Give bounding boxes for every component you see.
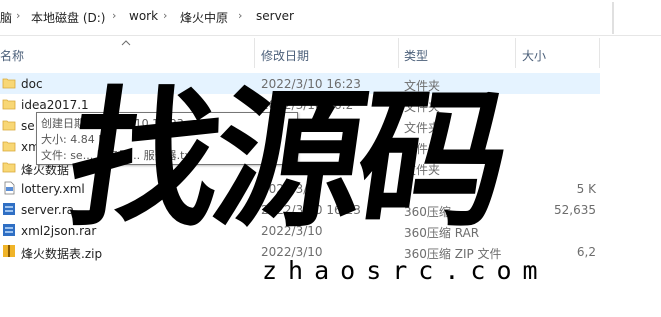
file-type: 360压缩 ZIP 文件 (404, 247, 502, 261)
breadcrumb-item-work[interactable]: work (129, 9, 158, 23)
file-name[interactable]: doc (21, 77, 43, 91)
xml-file-icon (4, 181, 15, 195)
tooltip-created: 创建日期: 2022/3/10 16:23 (41, 117, 184, 130)
tooltip-size: 大小: 4.84 M (41, 133, 108, 146)
breadcrumb-item-pc[interactable]: 脑 (0, 9, 12, 26)
breadcrumb-item-drive[interactable]: 本地磁盘 (D:) (31, 9, 105, 26)
file-type: 文件夹 (404, 121, 441, 135)
file-date: 2022/3/10 16:23 (261, 203, 361, 217)
address-bar[interactable]: 脑 › 本地磁盘 (D:) › work › 烽火中原 › server (0, 0, 661, 36)
column-name[interactable]: 名称 (0, 47, 24, 64)
file-name[interactable]: se (21, 119, 35, 133)
file-size: 6,2 (576, 245, 596, 259)
column-size[interactable]: 大小 (522, 47, 546, 64)
file-type: 文件夹 (404, 100, 441, 114)
file-date: 2022/3/10 16:23 (261, 77, 361, 91)
file-name[interactable]: idea2017.1 (21, 98, 89, 112)
breadcrumb-chevron-icon[interactable]: › (238, 9, 242, 22)
file-date: 2022/3/10 (261, 224, 323, 238)
file-row[interactable]: doc 2022/3/10 16:23 文件夹 (0, 73, 600, 94)
column-resize-handle[interactable] (599, 38, 600, 68)
file-row[interactable]: lottery.xml 2022/3/ 5 K (0, 178, 600, 199)
breadcrumb-item-server[interactable]: server (256, 9, 294, 23)
address-dropdown-area[interactable] (613, 2, 661, 34)
file-type: 文件夹 (404, 79, 441, 93)
file-name[interactable]: server.ra (21, 203, 74, 217)
zip-archive-icon (3, 245, 15, 257)
breadcrumb-item-project[interactable]: 烽火中原 (180, 9, 228, 26)
rar-archive-icon (3, 224, 15, 236)
file-size: 52,635 (554, 203, 596, 217)
file-type: 文件夹 (404, 163, 441, 177)
file-row[interactable]: 烽火数据表.zip 2022/3/10 360压缩 ZIP 文件 6,2 (0, 241, 600, 262)
file-date: 2022/3/ (261, 182, 308, 196)
file-type: 360压缩 RAR (404, 226, 480, 240)
breadcrumb-chevron-icon[interactable]: › (112, 9, 116, 22)
column-resize-handle[interactable] (254, 38, 255, 68)
folder-icon (2, 99, 16, 110)
file-name[interactable]: 烽火数据表.zip (21, 245, 102, 262)
folder-icon (2, 141, 16, 152)
file-date: 2022/3/10 (261, 245, 323, 259)
folder-icon (2, 162, 16, 173)
sort-ascending-icon (121, 40, 131, 46)
column-resize-handle[interactable] (398, 38, 399, 68)
file-row[interactable]: xml2json.rar 2022/3/10 360压缩 RAR (0, 220, 600, 241)
breadcrumb-chevron-icon[interactable]: › (16, 9, 20, 22)
folder-icon (2, 78, 16, 89)
breadcrumb-chevron-icon[interactable]: › (163, 9, 167, 22)
column-type[interactable]: 类型 (404, 47, 428, 64)
file-name[interactable]: lottery.xml (21, 182, 85, 196)
file-date: 2022/3/10 16:2 (261, 98, 354, 112)
file-row[interactable]: server.ra 2022/3/10 16:23 360压缩 52,635 (0, 199, 600, 220)
folder-icon (2, 120, 16, 131)
file-type: 360压缩 (404, 205, 451, 219)
column-modified[interactable]: 修改日期 (261, 47, 309, 64)
column-header: 名称 修改日期 类型 大小 (0, 36, 661, 70)
file-name[interactable]: xml2json.rar (21, 224, 96, 238)
tooltip-files: 文件: se... 服务器... 服务器.txt (41, 149, 196, 162)
file-size: 5 K (576, 182, 596, 196)
rar-archive-icon (3, 203, 15, 215)
folder-info-tooltip: 创建日期: 2022/3/10 16:23 大小: 4.84 M 文件: se.… (36, 112, 298, 165)
file-type: 文件夹 (404, 142, 441, 156)
column-resize-handle[interactable] (515, 38, 516, 68)
